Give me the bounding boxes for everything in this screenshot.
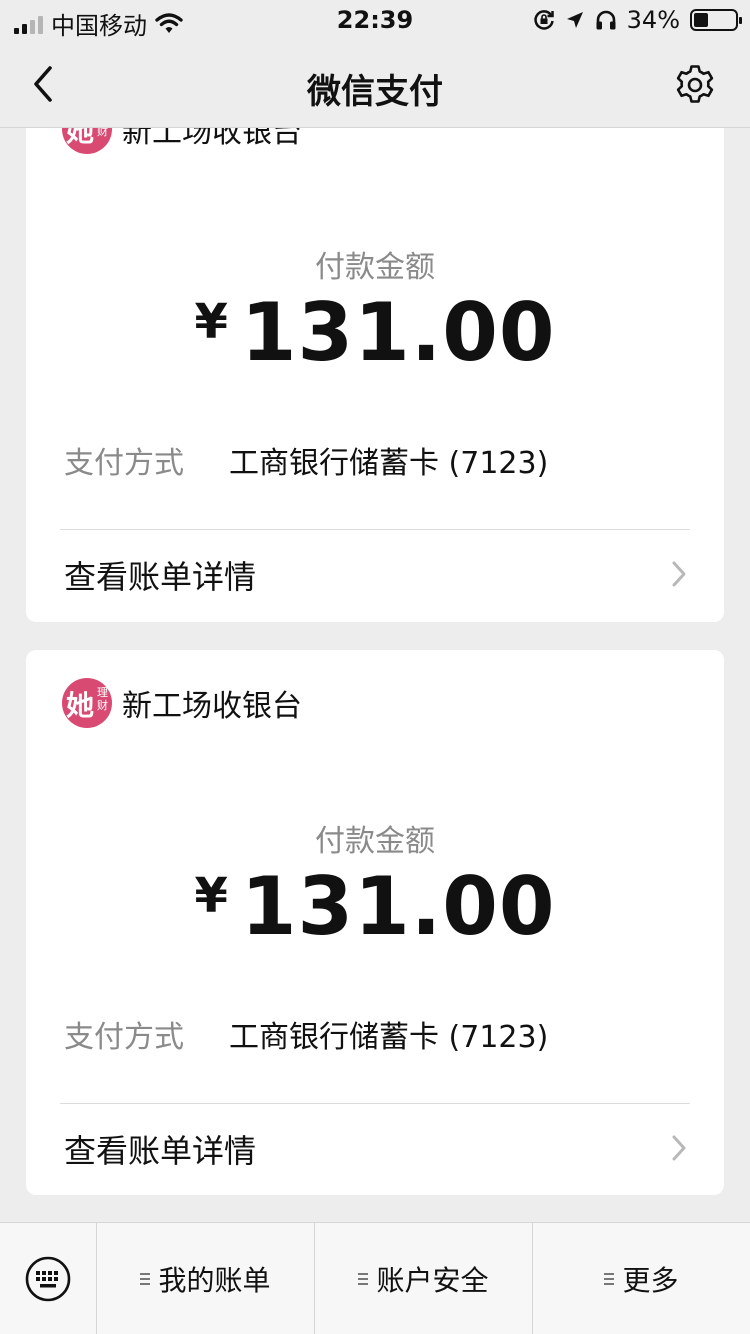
orientation-lock-icon — [533, 10, 554, 30]
settings-button[interactable] — [674, 64, 716, 106]
battery-icon — [690, 9, 742, 31]
menu-item-label: 账户安全 — [376, 1264, 489, 1297]
headphones-icon — [596, 10, 616, 30]
menu-item-label: 更多 — [622, 1264, 679, 1297]
menu-list-icon — [604, 1273, 615, 1285]
keyboard-icon — [25, 1256, 71, 1302]
menu-list-icon — [358, 1273, 369, 1285]
amount-value: 131.00 — [240, 860, 556, 953]
page-title: 微信支付 — [307, 72, 443, 112]
amount-label: 付款金额 — [315, 824, 435, 859]
bottom-menu-bar: 我的账单 账户安全 更多 — [0, 1222, 750, 1334]
payment-method-value: 工商银行储蓄卡 (7123) — [229, 446, 549, 481]
battery-percent: 34% — [626, 6, 680, 34]
location-icon — [566, 12, 583, 28]
amount-label: 付款金额 — [315, 250, 435, 285]
menu-account-security[interactable]: 账户安全 — [315, 1223, 533, 1334]
status-bar: 中国移动 22:39 34% — [0, 0, 750, 40]
payment-card: 她 理财 新工场收银台 付款金额 ¥131.00 支付方式 工商银行储蓄卡 (7… — [26, 650, 724, 1195]
nav-bar: 微信支付 — [0, 40, 750, 128]
view-bill-details-label: 查看账单详情 — [64, 558, 257, 596]
merchant-name: 新工场收银台 — [122, 689, 302, 724]
payment-amount: ¥131.00 — [26, 286, 724, 379]
payment-method-label: 支付方式 — [64, 446, 184, 481]
chevron-right-icon — [672, 561, 686, 587]
currency-symbol: ¥ — [194, 868, 229, 924]
status-right: 34% — [533, 6, 742, 34]
amount-value: 131.00 — [240, 286, 556, 379]
view-bill-details-label: 查看账单详情 — [64, 1132, 257, 1170]
payment-method-label: 支付方式 — [64, 1020, 184, 1055]
keyboard-toggle-button[interactable] — [0, 1223, 97, 1334]
menu-more[interactable]: 更多 — [533, 1223, 750, 1334]
menu-my-bills[interactable]: 我的账单 — [97, 1223, 315, 1334]
payment-amount: ¥131.00 — [26, 860, 724, 953]
chevron-right-icon — [672, 1135, 686, 1161]
payment-method-row: 支付方式 工商银行储蓄卡 (7123) — [64, 438, 548, 482]
payment-method-row: 支付方式 工商银行储蓄卡 (7123) — [64, 1012, 548, 1056]
merchant-header: 她 理财 新工场收银台 — [62, 678, 302, 728]
payment-card: 她 理财 新工场收银台 付款金额 ¥131.00 支付方式 工商银行储蓄卡 (7… — [26, 90, 724, 622]
gear-icon — [676, 65, 714, 103]
payment-method-value: 工商银行储蓄卡 (7123) — [229, 1020, 549, 1055]
view-bill-details[interactable]: 查看账单详情 — [26, 1104, 724, 1192]
menu-item-label: 我的账单 — [158, 1264, 271, 1297]
merchant-logo: 她 理财 — [62, 678, 112, 728]
view-bill-details[interactable]: 查看账单详情 — [26, 530, 724, 618]
currency-symbol: ¥ — [194, 294, 229, 350]
menu-list-icon — [140, 1273, 151, 1285]
